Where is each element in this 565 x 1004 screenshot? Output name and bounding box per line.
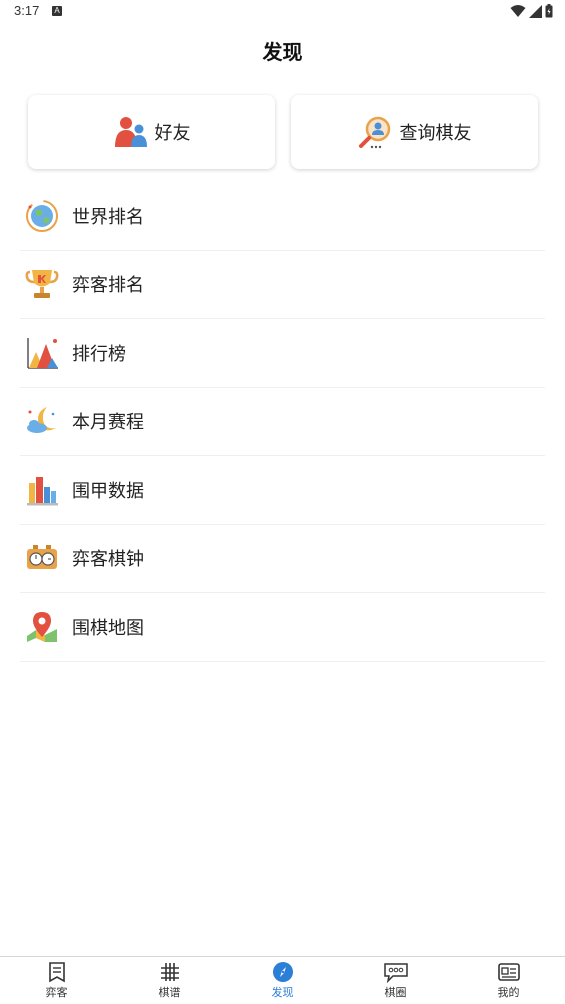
- bookmark-icon: [48, 962, 65, 983]
- page-title: 发现: [262, 40, 303, 64]
- search-player-icon: [358, 116, 390, 149]
- menu-item-leaderboard[interactable]: 排行榜: [20, 319, 545, 388]
- friends-label: 好友: [154, 123, 191, 144]
- menu-item-label: 世界排名: [72, 206, 144, 228]
- trophy-icon: [24, 266, 60, 302]
- menu-item-label: 围甲数据: [72, 480, 144, 502]
- menu-item-label: 弈客排名: [72, 275, 144, 297]
- search-player-label: 查询棋友: [399, 123, 472, 144]
- nav-label: 发现: [271, 986, 294, 999]
- nav-tab-circle[interactable]: 棋圈: [339, 957, 452, 1004]
- status-bar: 3:17 A: [0, 0, 565, 24]
- battery-icon: [545, 4, 553, 18]
- map-pin-icon: [24, 609, 60, 645]
- bar-chart-icon: [24, 472, 60, 508]
- wifi-icon: [510, 5, 526, 17]
- menu-item-yike-ranking[interactable]: 弈客排名: [20, 251, 545, 319]
- menu-item-label: 本月赛程: [72, 412, 144, 434]
- mountain-chart-icon: [24, 335, 60, 371]
- nav-tab-records[interactable]: 棋谱: [113, 957, 226, 1004]
- nav-label: 棋圈: [384, 986, 407, 999]
- nav-tab-mine[interactable]: 我的: [452, 957, 565, 1004]
- grid-icon: [160, 963, 179, 981]
- search-player-card[interactable]: 查询棋友: [291, 95, 538, 169]
- discover-menu-list: 世界排名 弈客排名 排行榜 本月赛程 围甲数据 弈客棋钟 围棋地图: [20, 182, 545, 662]
- moon-cloud-icon: [24, 403, 60, 439]
- menu-item-chess-clock[interactable]: 弈客棋钟: [20, 525, 545, 593]
- compass-icon: [272, 962, 293, 982]
- menu-item-go-map[interactable]: 围棋地图: [20, 593, 545, 662]
- menu-item-world-ranking[interactable]: 世界排名: [20, 182, 545, 251]
- friends-card[interactable]: 好友: [28, 95, 275, 169]
- status-icons: [510, 4, 553, 18]
- globe-icon: [24, 198, 60, 234]
- status-time: 3:17: [14, 3, 40, 18]
- nav-label: 棋谱: [158, 986, 181, 999]
- notification-icon: A: [52, 6, 62, 16]
- nav-tab-yike[interactable]: 弈客: [0, 957, 113, 1004]
- menu-item-monthly-schedule[interactable]: 本月赛程: [20, 388, 545, 456]
- menu-item-label: 围棋地图: [72, 617, 144, 639]
- nav-label: 我的: [497, 986, 520, 999]
- profile-card-icon: [497, 963, 520, 981]
- menu-item-weijia-data[interactable]: 围甲数据: [20, 456, 545, 525]
- nav-label: 弈客: [45, 986, 68, 999]
- bottom-nav: 弈客 棋谱 发现 棋圈 我的: [0, 956, 565, 1004]
- signal-icon: [529, 4, 542, 18]
- chess-clock-icon: [24, 540, 60, 576]
- menu-item-label: 排行榜: [72, 343, 126, 365]
- menu-item-label: 弈客棋钟: [72, 549, 144, 571]
- chat-icon: [383, 963, 408, 983]
- friends-icon: [114, 117, 147, 147]
- nav-tab-discover[interactable]: 发现: [226, 957, 339, 1004]
